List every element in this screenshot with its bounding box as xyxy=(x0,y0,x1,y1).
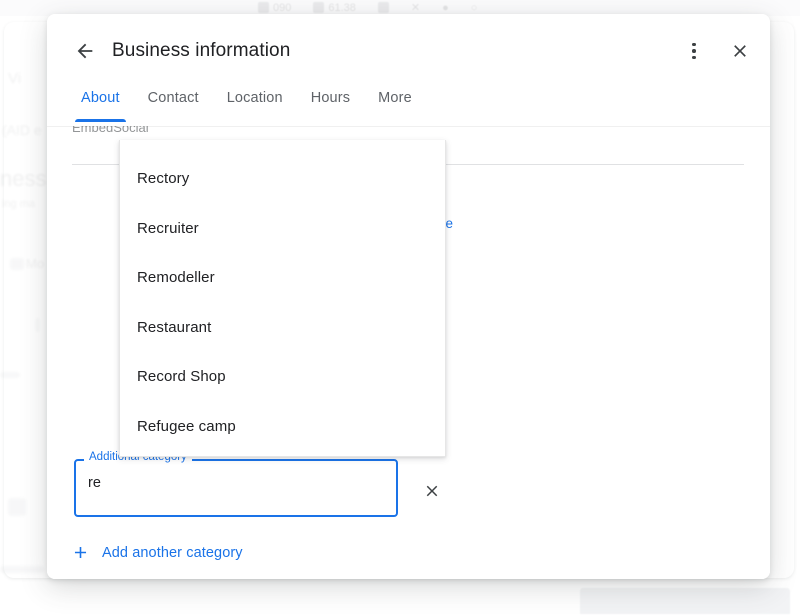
dialog-header: Business information About Contact Locat… xyxy=(47,14,770,126)
dropdown-option-restaurant[interactable]: Restaurant xyxy=(120,303,445,353)
add-another-category-button[interactable]: Add another category xyxy=(71,543,243,562)
back-button[interactable] xyxy=(65,31,105,71)
square-icon xyxy=(377,2,389,13)
square-icon xyxy=(258,2,269,13)
overflow-menu-button[interactable] xyxy=(674,31,714,71)
tab-hours[interactable]: Hours xyxy=(297,86,364,122)
more-vert-icon xyxy=(692,42,696,60)
background-decor-icon xyxy=(10,258,24,270)
tab-location[interactable]: Location xyxy=(213,86,297,122)
dialog-tabs: About Contact Location Hours More xyxy=(47,86,770,126)
background-topbar-chip-2: 61.38 xyxy=(313,2,356,14)
background-topbar-value-1: 090 xyxy=(273,1,292,14)
background-bottom-bar xyxy=(580,588,790,614)
business-name-value: EmbedSocial xyxy=(72,126,149,135)
background-topbar-value-2: 61.38 xyxy=(328,1,356,14)
dropdown-option-record-shop[interactable]: Record Shop xyxy=(120,352,445,402)
category-suggestions-dropdown[interactable]: Rectory Recruiter Remodeller Restaurant … xyxy=(119,140,446,457)
pin-icon: ● xyxy=(442,1,449,14)
header-actions xyxy=(674,31,760,71)
tab-about[interactable]: About xyxy=(67,86,134,122)
tab-more[interactable]: More xyxy=(364,86,426,122)
background-decor-bar-2 xyxy=(0,372,20,378)
add-another-category-label: Add another category xyxy=(102,544,243,561)
remove-category-button-2[interactable] xyxy=(415,474,449,508)
background-ghost-text-4: ing ma xyxy=(2,198,36,210)
arrow-back-icon xyxy=(77,43,93,59)
background-decor-bar-1 xyxy=(36,318,39,332)
close-icon: ✕ xyxy=(410,2,421,14)
background-decor-bar-3 xyxy=(0,566,44,573)
dropdown-option-rectory[interactable]: Rectory xyxy=(120,154,445,204)
additional-category-field: Additional category xyxy=(74,450,398,517)
close-icon xyxy=(426,485,438,497)
page-title: Business information xyxy=(112,40,291,61)
background-ghost-text-1: Vi xyxy=(8,70,22,87)
close-icon xyxy=(734,45,746,57)
additional-category-input[interactable] xyxy=(88,475,378,491)
background-ghost-text-5: Mo xyxy=(26,256,45,271)
background-ghost-text-2: (AID e xyxy=(2,122,42,138)
background-topbar-chip-1: 090 xyxy=(258,2,291,14)
background-topbar-icons: 090 61.38 ✕ ● ○ xyxy=(258,1,477,14)
close-dialog-button[interactable] xyxy=(720,31,760,71)
dropdown-option-refugee-camp[interactable]: Refugee camp xyxy=(120,402,445,452)
plus-icon xyxy=(74,546,87,559)
search-icon: ○ xyxy=(470,1,478,14)
dropdown-option-recruiter[interactable]: Recruiter xyxy=(120,204,445,254)
square-icon xyxy=(313,2,325,13)
background-decor-share-icon xyxy=(8,498,26,516)
dropdown-option-remodeller[interactable]: Remodeller xyxy=(120,253,445,303)
tab-contact[interactable]: Contact xyxy=(134,86,213,122)
business-information-dialog: Business information About Contact Locat… xyxy=(47,14,770,579)
background-ghost-text-3: ness xyxy=(0,166,47,191)
